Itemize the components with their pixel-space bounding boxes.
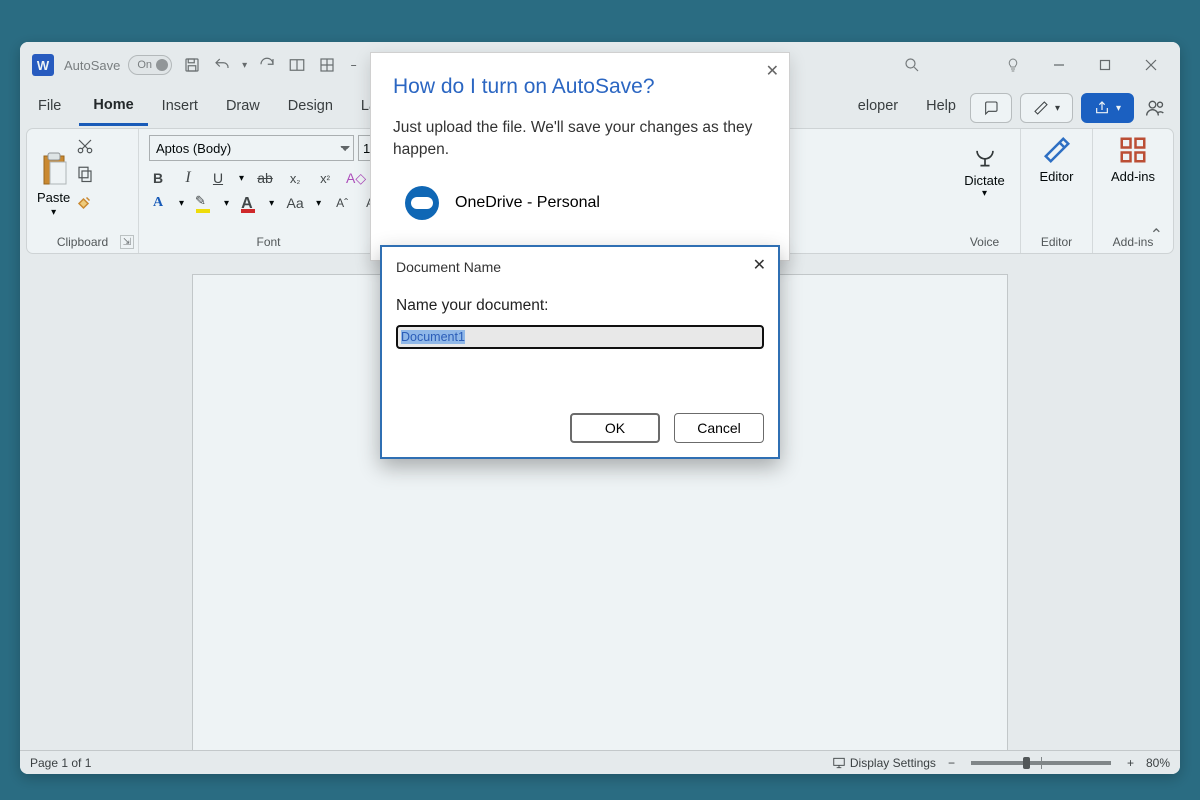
display-settings-button[interactable]: Display Settings (832, 756, 936, 770)
paste-icon (38, 152, 70, 188)
share-button[interactable]: ▾ (1081, 93, 1134, 123)
maximize-button[interactable] (1082, 42, 1128, 88)
autosave-panel-body: Just upload the file. We'll save your ch… (393, 117, 767, 162)
ok-button[interactable]: OK (570, 413, 660, 443)
underline-button[interactable]: U (209, 170, 227, 186)
account-icon[interactable] (1142, 98, 1168, 118)
tab-draw[interactable]: Draw (212, 92, 274, 124)
word-app-icon: W (32, 54, 54, 76)
tab-design[interactable]: Design (274, 92, 347, 124)
autosave-panel-title: How do I turn on AutoSave? (393, 75, 767, 99)
collapse-ribbon-icon[interactable]: ⌃ (1150, 225, 1163, 245)
paste-dropdown-icon[interactable]: ▾ (51, 207, 56, 218)
clear-formatting-button[interactable]: A◇ (346, 170, 364, 187)
highlight-dropdown-icon[interactable]: ▾ (224, 198, 229, 209)
font-color-dropdown-icon[interactable]: ▾ (269, 198, 274, 209)
highlight-button[interactable] (196, 195, 212, 211)
dialog-title: Document Name (396, 259, 764, 275)
cut-icon[interactable] (76, 137, 94, 155)
dialog-prompt: Name your document: (396, 297, 764, 315)
editing-mode-button[interactable]: ▾ (1020, 93, 1073, 123)
paste-button[interactable]: Paste ▾ (37, 135, 70, 231)
autosave-label: AutoSave (64, 58, 120, 73)
voice-group-label: Voice (949, 235, 1020, 249)
editor-label: Editor (1040, 169, 1074, 184)
autosave-help-panel: ✕ How do I turn on AutoSave? Just upload… (370, 52, 790, 261)
zoom-slider-thumb[interactable] (1023, 757, 1030, 769)
font-group-label: Font (139, 235, 398, 249)
lightbulb-icon[interactable] (990, 42, 1036, 88)
text-effects-dropdown-icon[interactable]: ▾ (179, 198, 184, 209)
paste-label: Paste (37, 190, 70, 205)
minimize-button[interactable] (1036, 42, 1082, 88)
italic-button[interactable]: I (179, 169, 197, 187)
onedrive-label: OneDrive - Personal (455, 194, 600, 212)
autosave-toggle-knob (156, 59, 168, 71)
superscript-button[interactable]: x (316, 171, 334, 186)
font-group: B I U▾ ab x x A◇ A▾ ▾ ▾ Aa▾ Aˆ A˯ Font (139, 129, 399, 253)
undo-icon[interactable] (212, 55, 232, 75)
display-settings-label: Display Settings (850, 756, 936, 770)
undo-dropdown-icon[interactable]: ▾ (242, 60, 247, 71)
font-name-combobox[interactable] (149, 135, 354, 161)
zoom-level[interactable]: 80% (1146, 756, 1170, 770)
font-color-button[interactable] (241, 195, 257, 211)
document-name-dialog: Document Name ✕ Name your document: OK C… (380, 245, 780, 459)
close-button[interactable] (1128, 42, 1174, 88)
strikethrough-button[interactable]: ab (256, 170, 274, 186)
change-case-dropdown-icon[interactable]: ▾ (316, 198, 321, 209)
autosave-panel-close-icon[interactable]: ✕ (766, 61, 779, 81)
clipboard-group: Paste ▾ Clipboard ⇲ (27, 129, 139, 253)
dialog-close-icon[interactable]: ✕ (753, 255, 766, 275)
subscript-button[interactable]: x (286, 171, 304, 186)
clipboard-launcher-icon[interactable]: ⇲ (120, 235, 134, 249)
editor-icon[interactable] (1042, 135, 1072, 165)
autosave-toggle-text: On (137, 59, 152, 71)
addins-label: Add-ins (1111, 169, 1155, 184)
tab-insert[interactable]: Insert (148, 92, 212, 124)
quick-access-toolbar: ▾ ⎯ (182, 55, 356, 75)
display-settings-icon (832, 756, 846, 770)
text-effects-button[interactable]: A (149, 195, 167, 211)
tab-file[interactable]: File (32, 92, 79, 124)
dictate-label: Dictate (964, 173, 1004, 188)
editor-group-label: Editor (1021, 235, 1092, 249)
dictate-dropdown-icon[interactable]: ▾ (982, 188, 987, 199)
cancel-button[interactable]: Cancel (674, 413, 764, 443)
table-icon[interactable] (317, 55, 337, 75)
addins-icon[interactable] (1118, 135, 1148, 165)
zoom-slider[interactable] (971, 761, 1111, 765)
zoom-out-button[interactable]: − (948, 756, 955, 770)
page-count[interactable]: Page 1 of 1 (30, 756, 91, 770)
copy-icon[interactable] (76, 165, 94, 183)
redo-icon[interactable] (257, 55, 277, 75)
zoom-in-button[interactable]: + (1127, 756, 1134, 770)
dictate-icon[interactable] (971, 135, 999, 169)
qat-customize-icon[interactable]: ⎯ (351, 60, 356, 71)
underline-dropdown-icon[interactable]: ▾ (239, 173, 244, 184)
onedrive-option[interactable]: OneDrive - Personal (393, 186, 767, 220)
bold-button[interactable]: B (149, 170, 167, 186)
reading-view-icon[interactable] (287, 55, 307, 75)
editor-group: Editor Editor (1021, 129, 1093, 253)
voice-group: Dictate ▾ Voice (949, 129, 1021, 253)
tab-home[interactable]: Home (79, 91, 147, 126)
change-case-button[interactable]: Aa (286, 195, 304, 211)
tab-help[interactable]: Help (912, 92, 970, 124)
save-icon[interactable] (182, 55, 202, 75)
comments-button[interactable] (970, 93, 1012, 123)
autosave-toggle[interactable]: On (128, 55, 172, 75)
search-icon[interactable] (894, 56, 930, 74)
grow-font-button[interactable]: Aˆ (333, 196, 351, 210)
tab-developer[interactable]: eloper (858, 92, 912, 124)
format-painter-icon[interactable] (76, 193, 94, 211)
onedrive-icon (405, 186, 439, 220)
document-name-input[interactable] (396, 325, 764, 349)
status-bar: Page 1 of 1 Display Settings − + 80% (20, 750, 1180, 774)
